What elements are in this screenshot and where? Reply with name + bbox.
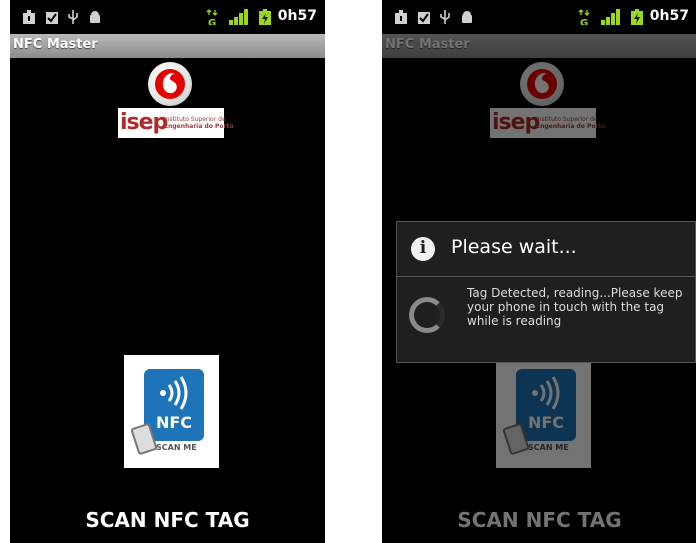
status-bar: G 0h57 <box>382 0 696 34</box>
scan-nfc-tag-label[interactable]: SCAN NFC TAG <box>10 508 325 532</box>
isep-logo-line2: Engenharia do Porto <box>164 123 234 130</box>
loading-spinner-icon <box>409 297 445 333</box>
dialog-message: Tag Detected, reading...Please keep your… <box>467 286 683 328</box>
download-icon <box>23 10 35 24</box>
isep-logo-line1: Instituto Superior de <box>164 116 226 123</box>
usb-icon <box>68 10 78 24</box>
usb-icon <box>440 10 450 24</box>
dialog-title: Please wait... <box>451 236 577 258</box>
status-time: 0h57 <box>277 8 317 24</box>
app-title-bar: NFC Master <box>10 34 325 58</box>
phone-screen-reading: G 0h57 NFC Master isep Instituto Superio… <box>382 0 696 543</box>
checkbox-icon <box>418 12 430 24</box>
battery-charging-icon <box>259 9 271 25</box>
download-icon <box>395 10 407 24</box>
info-icon: i <box>411 237 435 261</box>
network-type-icon: G <box>578 9 590 25</box>
vodafone-logo-icon <box>148 62 192 106</box>
please-wait-dialog: i Please wait... Tag Detected, reading..… <box>396 221 696 363</box>
status-time: 0h57 <box>649 8 689 24</box>
battery-charging-icon <box>631 9 643 25</box>
status-bar: G 0h57 <box>10 0 325 34</box>
network-type-label: G <box>208 18 216 25</box>
signal-strength-icon <box>601 9 620 25</box>
isep-logo: isep Instituto Superior de Engenharia do… <box>118 108 233 138</box>
nfc-scan-button[interactable]: NFC SCAN ME <box>124 355 219 468</box>
android-debug-icon <box>90 11 100 23</box>
android-debug-icon <box>462 11 472 23</box>
isep-logo-word: isep <box>120 110 168 135</box>
dialog-title-row: i Please wait... <box>397 222 695 277</box>
app-title: NFC Master <box>13 37 98 52</box>
network-type-label: G <box>580 18 588 25</box>
phone-screen-main: G 0h57 NFC Master isep Instituto Superio… <box>10 0 325 543</box>
scan-me-label: SCAN ME <box>156 443 197 452</box>
nfc-label: NFC <box>155 413 193 432</box>
checkbox-icon <box>46 12 58 24</box>
nfc-icon: NFC <box>144 369 204 441</box>
signal-strength-icon <box>229 9 248 25</box>
network-type-icon: G <box>206 9 218 25</box>
